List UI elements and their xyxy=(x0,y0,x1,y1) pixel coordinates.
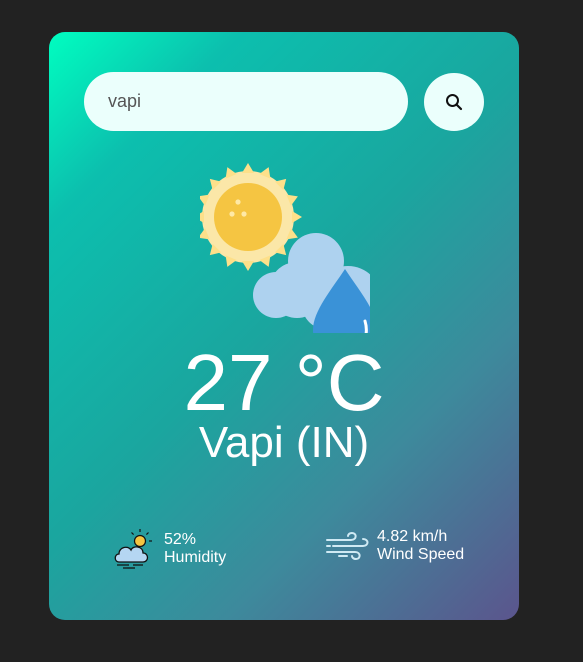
search-button[interactable] xyxy=(424,73,484,131)
humidity-detail: 52% Humidity xyxy=(113,528,226,570)
weather-card: 27 °C Vapi (IN) 52% Humidity xyxy=(49,32,519,620)
city-name: Vapi (IN) xyxy=(198,418,370,467)
humidity-value: 52% xyxy=(164,531,197,548)
search-icon xyxy=(446,94,463,111)
humidity-cloud-icon xyxy=(114,529,152,569)
wind-detail: 4.82 km/h Wind Speed xyxy=(325,528,464,564)
humidity-label: Humidity xyxy=(164,549,227,566)
sun-cloud-rain-icon xyxy=(200,163,370,333)
sun-rays xyxy=(200,163,302,271)
wind-icon xyxy=(326,531,369,561)
city-search-input[interactable] xyxy=(84,72,408,131)
wind-speed-value: 4.82 km/h xyxy=(377,528,448,545)
temperature-value: 27 °C xyxy=(183,338,385,427)
wind-speed-label: Wind Speed xyxy=(377,546,465,563)
